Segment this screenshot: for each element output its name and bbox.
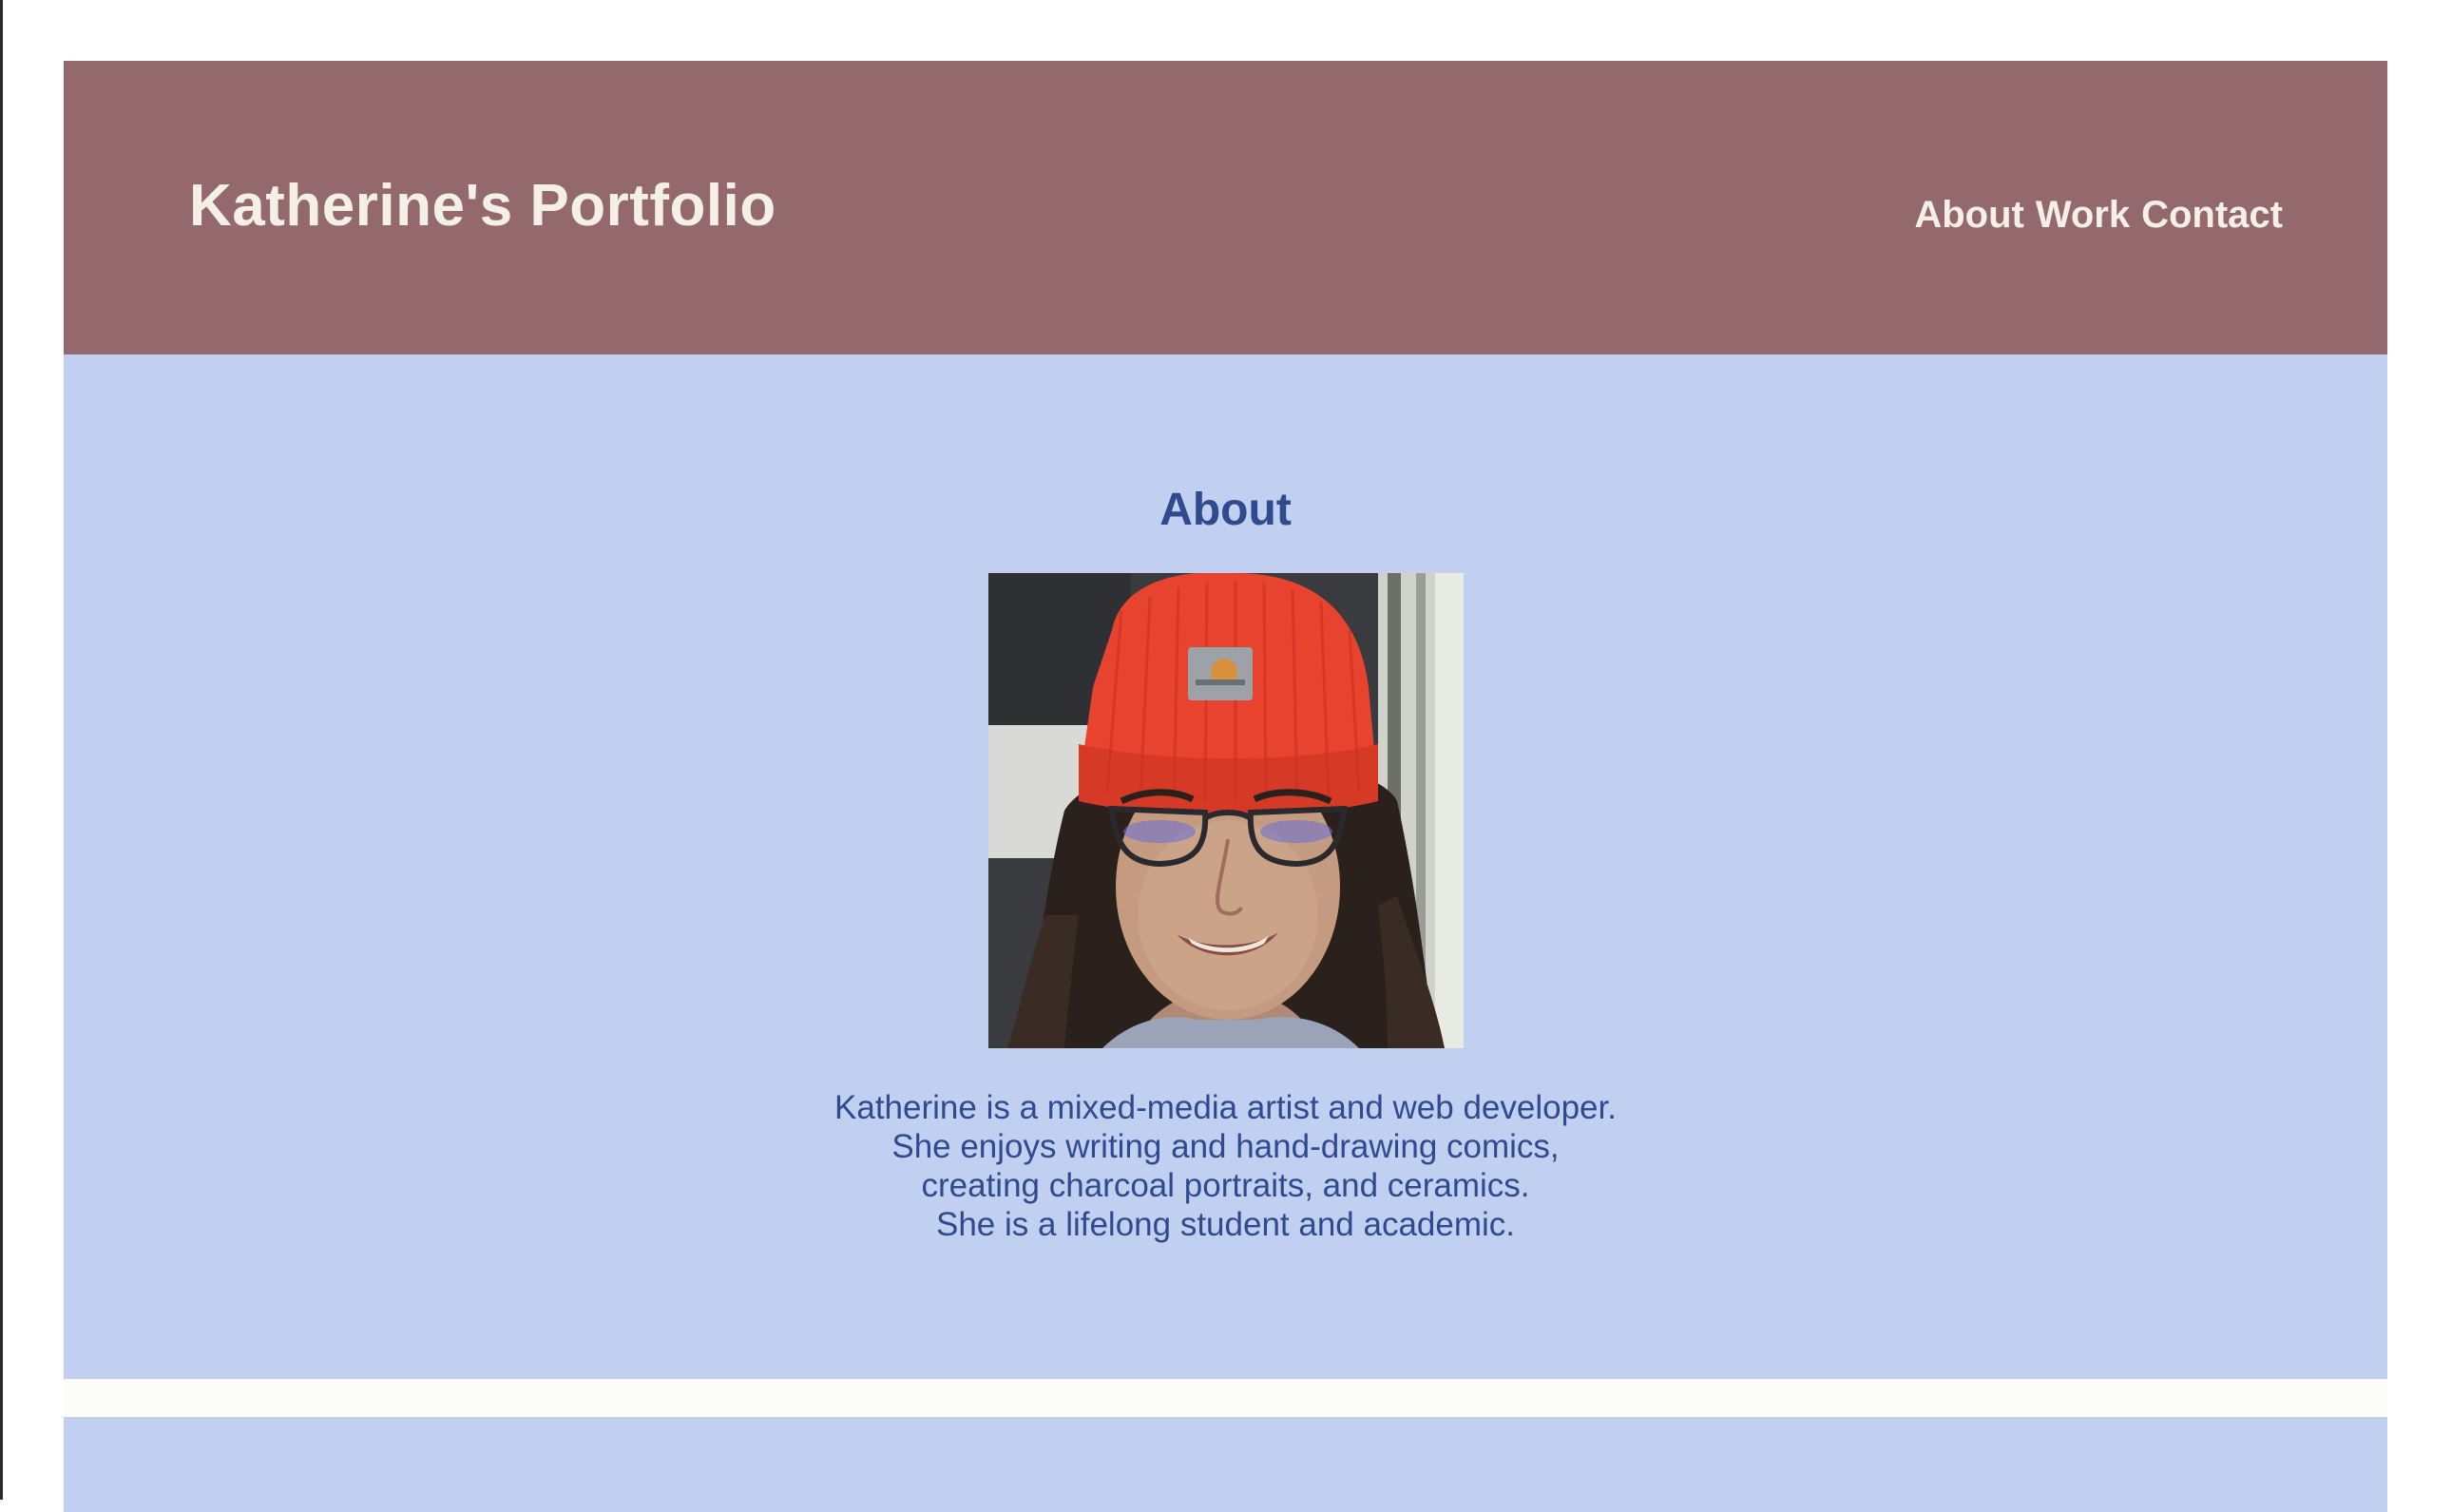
nav-link-work[interactable]: Work [2036,194,2130,237]
nav-link-contact[interactable]: Contact [2141,194,2283,237]
work-section-preview [64,1417,2387,1512]
about-bio: Katherine is a mixed-media artist and we… [64,1088,2387,1244]
bio-line: She is a lifelong student and academic. [936,1206,1515,1243]
site-header: Katherine's Portfolio About Work Contact [64,61,2387,354]
bio-line: Katherine is a mixed-media artist and we… [834,1089,1617,1126]
portrait-illustration [987,573,1464,1048]
site-title: Katherine's Portfolio [189,172,776,239]
about-heading: About [1159,485,1292,535]
section-divider [64,1379,2387,1417]
window-left-edge [0,0,3,1500]
page: Katherine's Portfolio About Work Contact… [64,61,2387,1512]
bio-line: creating charcoal portraits, and ceramic… [921,1167,1530,1204]
main-nav: About Work Contact [1914,194,2283,237]
nav-link-about[interactable]: About [1914,194,2024,237]
portrait-image [987,573,1464,1048]
bio-line: She enjoys writing and hand-drawing comi… [891,1128,1560,1165]
about-section: About Katherine is a mixed-media artist … [64,354,2387,1379]
